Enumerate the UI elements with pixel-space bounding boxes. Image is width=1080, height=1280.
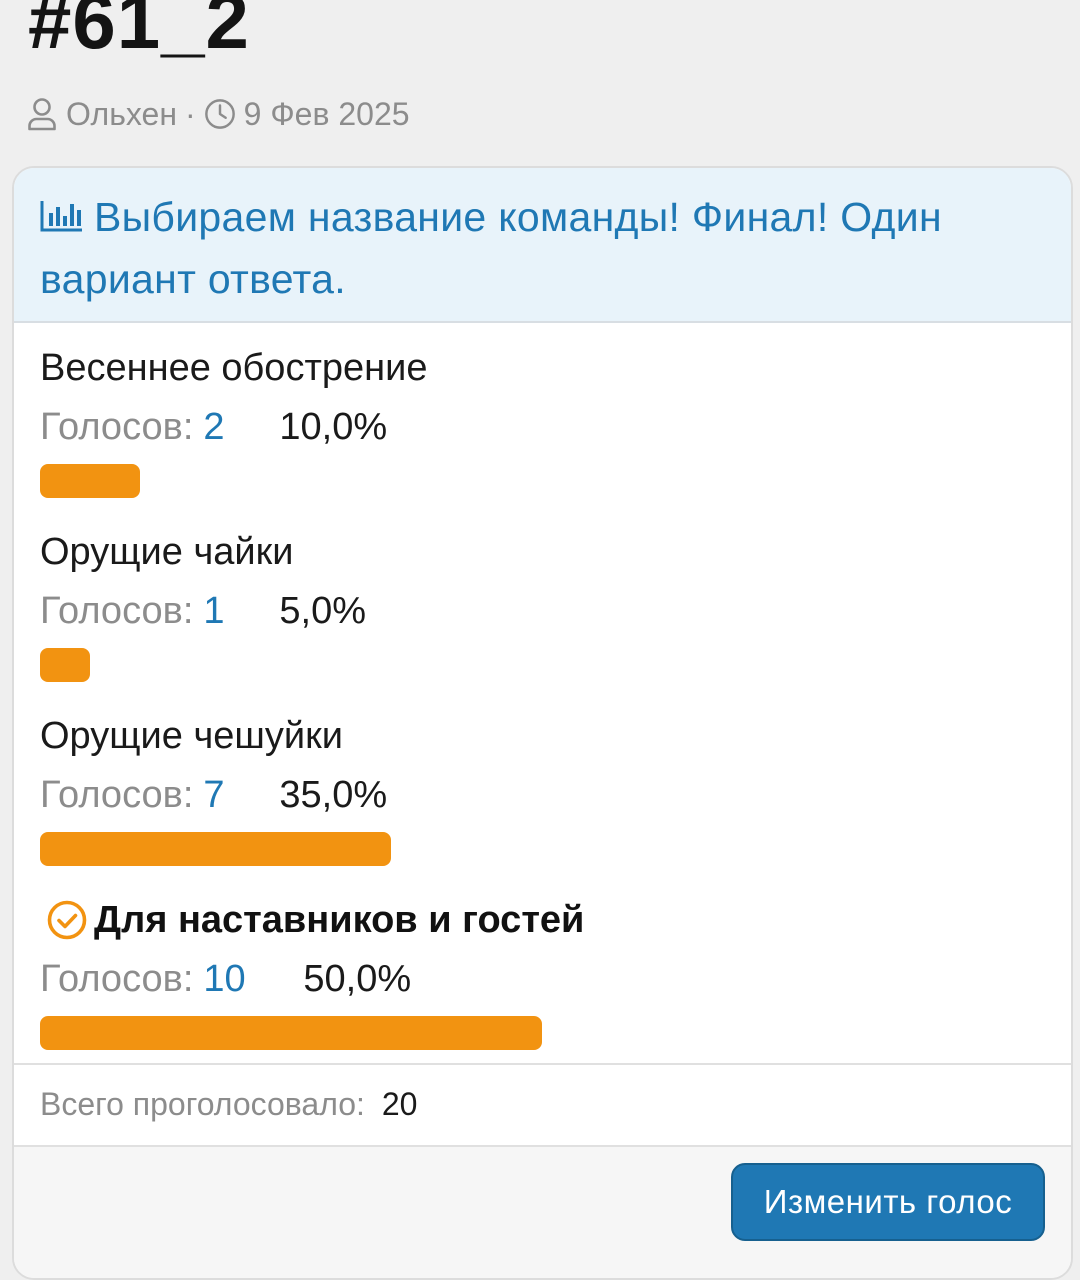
poll-question: Выбираем название команды! Финал! Один в… [40, 194, 942, 302]
poll-bar [40, 464, 1044, 498]
poll-bar-fill [40, 1016, 542, 1050]
poll-bar [40, 1016, 1044, 1050]
vote-percent: 50,0% [303, 958, 412, 1000]
vote-percent: 5,0% [279, 590, 366, 632]
post-date[interactable]: 9 Фев 2025 [244, 96, 410, 133]
votes-label: Голосов: [40, 590, 194, 632]
poll-option-label: Весеннее обострение [40, 347, 428, 389]
poll-option: Орущие чешуйки Голосов: 7 35,0% [40, 712, 1051, 866]
total-votes-label: Всего проголосовало: [40, 1086, 365, 1122]
change-vote-button[interactable]: Изменить голос [731, 1163, 1045, 1241]
votes-label: Голосов: [40, 774, 194, 816]
poll-option-selected: Для наставников и гостей Голосов: 10 50,… [40, 896, 1051, 1050]
poll-bar-fill [40, 648, 91, 682]
votes-count-link[interactable]: 7 [203, 772, 283, 818]
poll-total: Всего проголосовало: 20 [14, 1063, 1071, 1145]
poll-header: Выбираем название команды! Финал! Один в… [14, 168, 1071, 323]
poll-option-label: Орущие чайки [40, 531, 294, 573]
bar-chart-icon [40, 188, 84, 232]
poll-bar [40, 832, 1044, 866]
total-votes-value: 20 [381, 1086, 418, 1122]
clock-icon [204, 96, 236, 132]
poll-option: Весеннее обострение Голосов: 2 10,0% [40, 344, 1051, 498]
poll-option-stats: Голосов: 1 5,0% [40, 588, 1051, 634]
poll-option-label: Орущие чешуйки [40, 715, 343, 757]
thread-meta: Ольхен · 9 Фев 2025 [26, 94, 410, 134]
poll-bar [40, 648, 1044, 682]
poll-bar-fill [40, 464, 141, 498]
votes-count-link[interactable]: 10 [203, 956, 307, 1002]
poll-option-stats: Голосов: 2 10,0% [40, 404, 1051, 450]
check-circle-icon [47, 900, 87, 940]
vote-percent: 35,0% [279, 774, 388, 816]
meta-separator: · [184, 95, 196, 132]
page-title: #61_2 [28, 0, 250, 65]
votes-label: Голосов: [40, 958, 194, 1000]
poll-option-label-text: Для наставников и гостей [94, 899, 585, 941]
poll-block: Выбираем название команды! Финал! Один в… [12, 166, 1073, 1280]
poll-option: Орущие чайки Голосов: 1 5,0% [40, 528, 1051, 682]
poll-option-stats: Голосов: 7 35,0% [40, 772, 1051, 818]
user-icon [26, 96, 58, 132]
author-link[interactable]: Ольхен [66, 96, 177, 133]
poll-option-label: Для наставников и гостей [40, 896, 1051, 944]
poll-option-stats: Голосов: 10 50,0% [40, 956, 1051, 1002]
vote-percent: 10,0% [279, 406, 388, 448]
poll-footer: Изменить голос [14, 1145, 1071, 1278]
poll-bar-fill [40, 832, 392, 866]
votes-label: Голосов: [40, 406, 194, 448]
votes-count-link[interactable]: 2 [203, 404, 283, 450]
votes-count-link[interactable]: 1 [203, 588, 283, 634]
